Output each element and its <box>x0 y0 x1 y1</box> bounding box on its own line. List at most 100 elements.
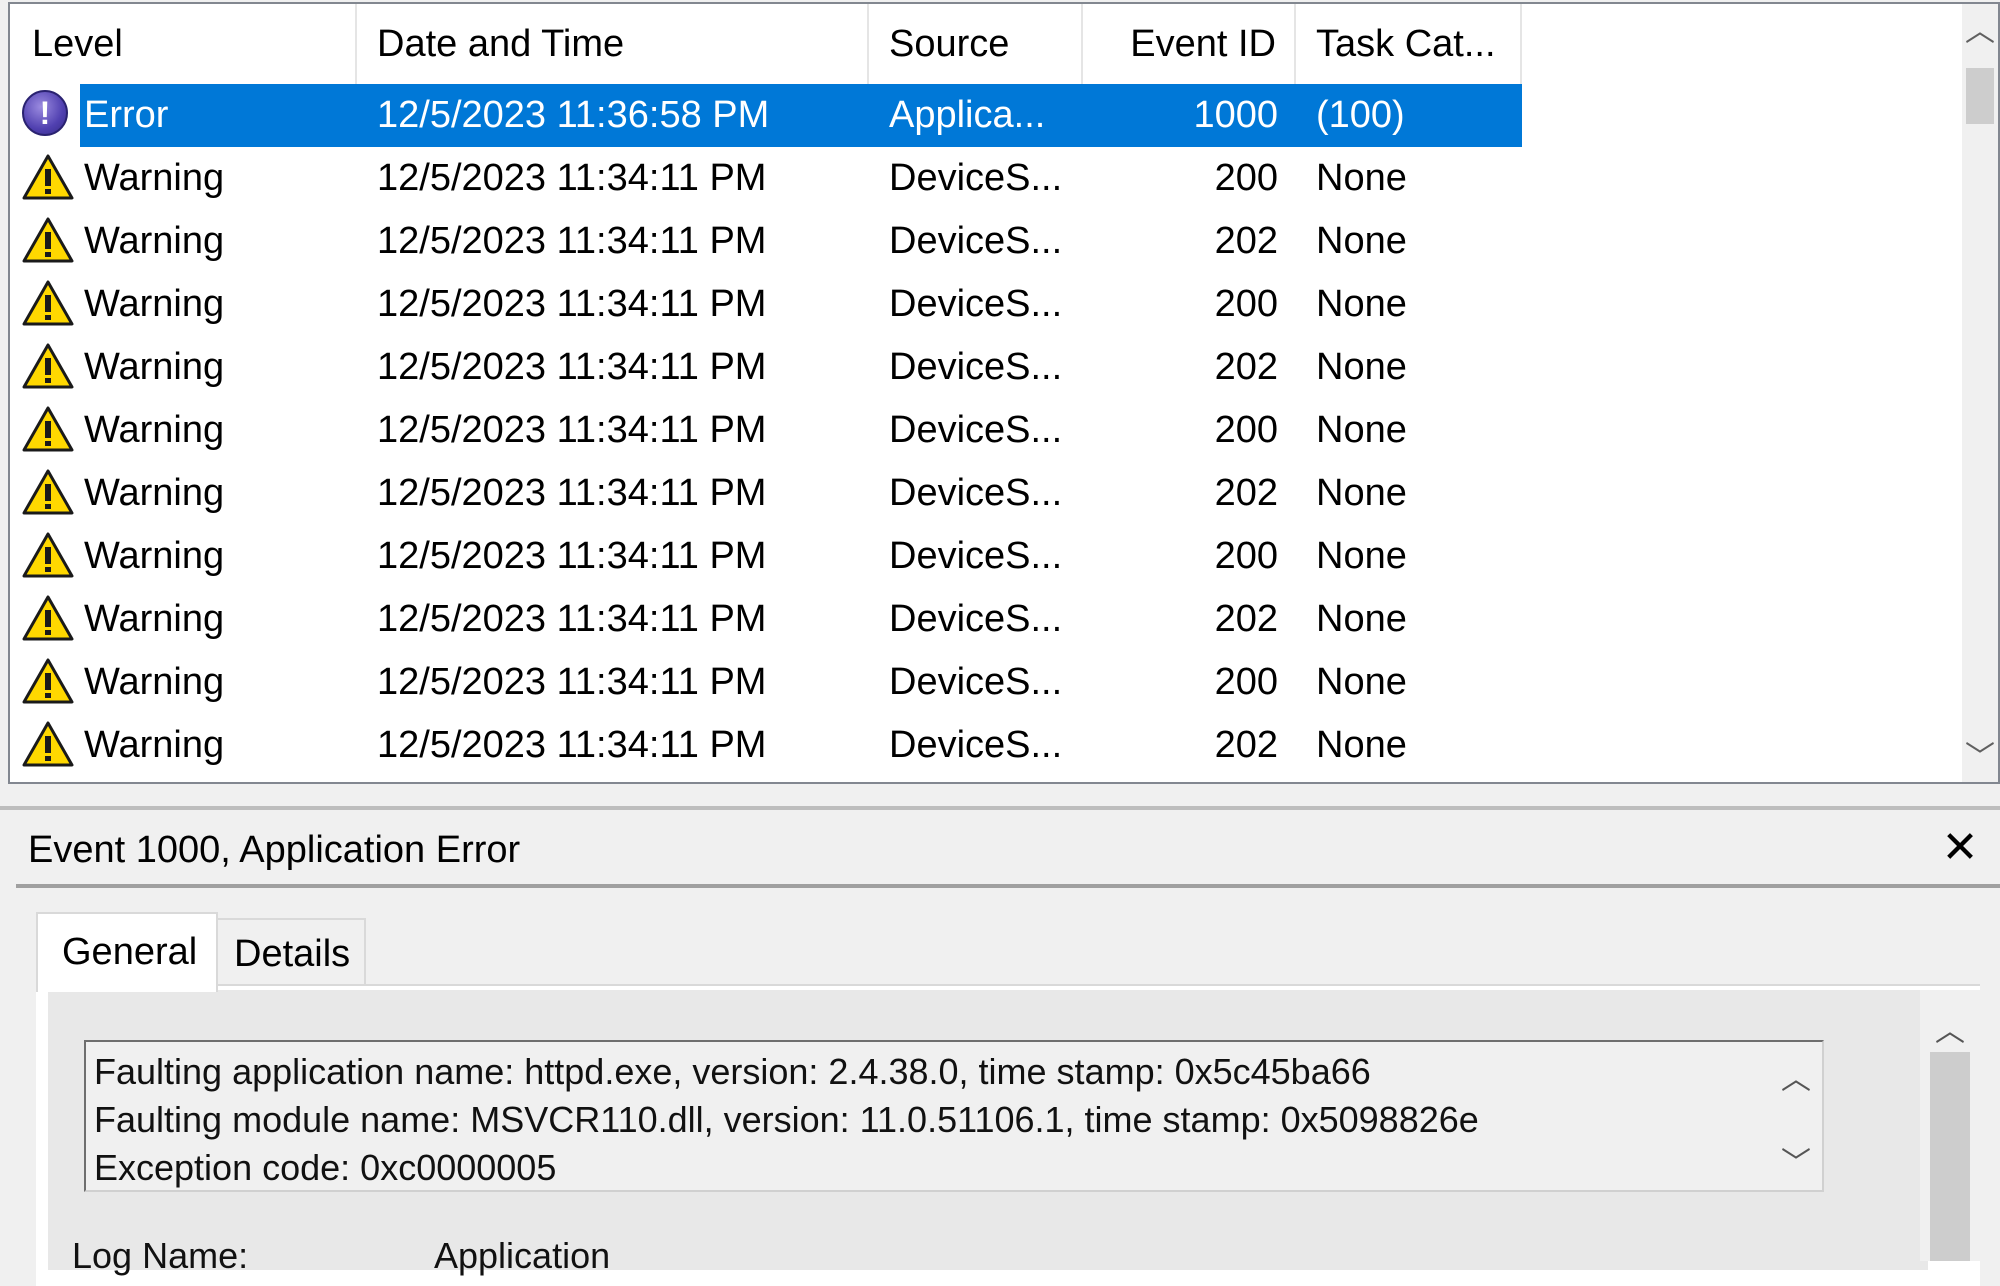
table-row[interactable]: Warning 12/5/2023 11:34:11 PM DeviceS... 20… <box>10 651 1965 714</box>
event-rows: ! Error 12/5/2023 11:36:58 PM Applica... 100… <box>10 84 1965 777</box>
cell-level: Warning <box>84 220 225 262</box>
table-row[interactable]: Warning 12/5/2023 11:34:11 PM DeviceS... 20… <box>10 336 1965 399</box>
description-scrollbar[interactable]: ︿ ﹀ <box>1770 1042 1822 1190</box>
tab-general[interactable]: General <box>36 912 218 992</box>
cell-source: DeviceS... <box>889 346 1063 388</box>
cell-event-id: 202 <box>1214 346 1278 388</box>
scroll-up-arrow-icon[interactable]: ︿ <box>1920 1006 1980 1050</box>
cell-event-id: 200 <box>1214 283 1278 325</box>
cell-task-category: None <box>1316 283 1407 325</box>
cell-level: Warning <box>84 472 225 514</box>
column-header-event-id[interactable]: Event ID <box>1083 4 1296 84</box>
detail-title: Event 1000, Application Error <box>28 829 521 871</box>
cell-event-id: 202 <box>1214 472 1278 514</box>
warning-icon <box>22 714 76 777</box>
warning-icon <box>22 462 76 525</box>
cell-source: DeviceS... <box>889 157 1063 199</box>
cell-date-time: 12/5/2023 11:34:11 PM <box>377 661 767 703</box>
pane-splitter[interactable] <box>0 784 2000 804</box>
cell-level: Warning <box>84 346 225 388</box>
table-row[interactable]: Warning 12/5/2023 11:34:11 PM DeviceS... 20… <box>10 525 1965 588</box>
scroll-up-arrow-icon[interactable]: ︿ <box>1770 1060 1822 1100</box>
title-divider <box>16 884 2000 888</box>
event-list[interactable]: Level Date and Time Source Event ID Task… <box>8 2 2000 784</box>
warning-icon <box>22 588 76 651</box>
table-row[interactable]: Warning 12/5/2023 11:34:11 PM DeviceS... 20… <box>10 588 1965 651</box>
warning-icon <box>22 525 76 588</box>
column-header-date-and-time[interactable]: Date and Time <box>357 4 869 84</box>
table-row[interactable]: Warning 12/5/2023 11:34:11 PM DeviceS... 20… <box>10 147 1965 210</box>
cell-source: DeviceS... <box>889 409 1063 451</box>
warning-icon <box>22 210 76 273</box>
scroll-down-arrow-icon[interactable]: ﹀ <box>1962 740 1998 776</box>
table-row[interactable]: Warning 12/5/2023 11:34:11 PM DeviceS... 20… <box>10 210 1965 273</box>
cell-event-id: 200 <box>1214 157 1278 199</box>
table-row[interactable]: Warning 12/5/2023 11:34:11 PM DeviceS... 20… <box>10 273 1965 336</box>
cell-task-category: None <box>1316 724 1407 766</box>
cell-source: DeviceS... <box>889 283 1063 325</box>
scroll-up-arrow-icon[interactable]: ︿ <box>1962 14 1998 50</box>
log-name-value: Application <box>434 1235 611 1276</box>
cell-date-time: 12/5/2023 11:34:11 PM <box>377 472 767 514</box>
cell-level: Warning <box>84 409 225 451</box>
cell-task-category: None <box>1316 598 1407 640</box>
column-header-source[interactable]: Source <box>869 4 1083 84</box>
table-row[interactable]: ! Error 12/5/2023 11:36:58 PM Applica... 100… <box>10 84 1965 147</box>
description-line: Faulting module name: MSVCR110.dll, vers… <box>94 1099 1479 1140</box>
cell-event-id: 202 <box>1214 724 1278 766</box>
cell-source: DeviceS... <box>889 661 1063 703</box>
scroll-down-arrow-icon[interactable]: ﹀ <box>1770 1144 1822 1184</box>
cell-event-id: 200 <box>1214 661 1278 703</box>
cell-date-time: 12/5/2023 11:34:11 PM <box>377 157 767 199</box>
cell-date-time: 12/5/2023 11:34:11 PM <box>377 409 767 451</box>
cell-task-category: None <box>1316 661 1407 703</box>
column-header-level[interactable]: Level <box>10 4 357 84</box>
warning-icon <box>22 336 76 399</box>
cell-event-id: 200 <box>1214 535 1278 577</box>
cell-date-time: 12/5/2023 11:34:11 PM <box>377 346 767 388</box>
cell-task-category: None <box>1316 346 1407 388</box>
error-icon: ! <box>22 84 76 147</box>
warning-icon <box>22 399 76 462</box>
cell-level: Warning <box>84 661 225 703</box>
cell-source: Applica... <box>889 94 1046 136</box>
cell-event-id: 202 <box>1214 598 1278 640</box>
cell-level: Warning <box>84 598 225 640</box>
close-icon[interactable]: ✕ <box>1936 822 1984 874</box>
warning-icon <box>22 651 76 714</box>
cell-source: DeviceS... <box>889 535 1063 577</box>
cell-event-id: 202 <box>1214 220 1278 262</box>
cell-task-category: None <box>1316 409 1407 451</box>
cell-task-category: None <box>1316 220 1407 262</box>
splitter-divider <box>0 806 2000 810</box>
cell-level: Error <box>84 94 169 136</box>
description-line: Faulting application name: httpd.exe, ve… <box>94 1051 1371 1092</box>
cell-event-id: 1000 <box>1193 94 1278 136</box>
scrollbar-thumb[interactable] <box>1930 1052 1970 1261</box>
scrollbar-thumb[interactable] <box>1966 68 1994 124</box>
panel-scrollbar[interactable]: ︿ <box>1920 990 1980 1261</box>
cell-date-time: 12/5/2023 11:34:11 PM <box>377 283 767 325</box>
tab-details[interactable]: Details <box>218 918 366 984</box>
cell-level: Warning <box>84 157 225 199</box>
table-row[interactable]: Warning 12/5/2023 11:34:11 PM DeviceS... 20… <box>10 399 1965 462</box>
cell-source: DeviceS... <box>889 472 1063 514</box>
warning-icon <box>22 273 76 336</box>
cell-level: Warning <box>84 724 225 766</box>
cell-task-category: None <box>1316 157 1407 199</box>
column-header-task-category[interactable]: Task Cat... <box>1296 4 1522 84</box>
cell-date-time: 12/5/2023 11:34:11 PM <box>377 598 767 640</box>
cell-source: DeviceS... <box>889 220 1063 262</box>
table-row[interactable]: Warning 12/5/2023 11:34:11 PM DeviceS... 20… <box>10 462 1965 525</box>
cell-level: Warning <box>84 535 225 577</box>
event-description-box[interactable]: Faulting application name: httpd.exe, ve… <box>84 1040 1824 1192</box>
cell-task-category: None <box>1316 472 1407 514</box>
log-name-field: Log Name: Application <box>72 1232 610 1280</box>
cell-level: Warning <box>84 283 225 325</box>
list-scrollbar[interactable]: ︿ ﹀ <box>1962 4 1998 782</box>
cell-date-time: 12/5/2023 11:36:58 PM <box>377 94 770 136</box>
column-header-row: Level Date and Time Source Event ID Task… <box>10 4 1965 84</box>
description-line: Exception code: 0xc0000005 <box>94 1147 557 1188</box>
table-row[interactable]: Warning 12/5/2023 11:34:11 PM DeviceS... 20… <box>10 714 1965 777</box>
cell-date-time: 12/5/2023 11:34:11 PM <box>377 724 767 766</box>
